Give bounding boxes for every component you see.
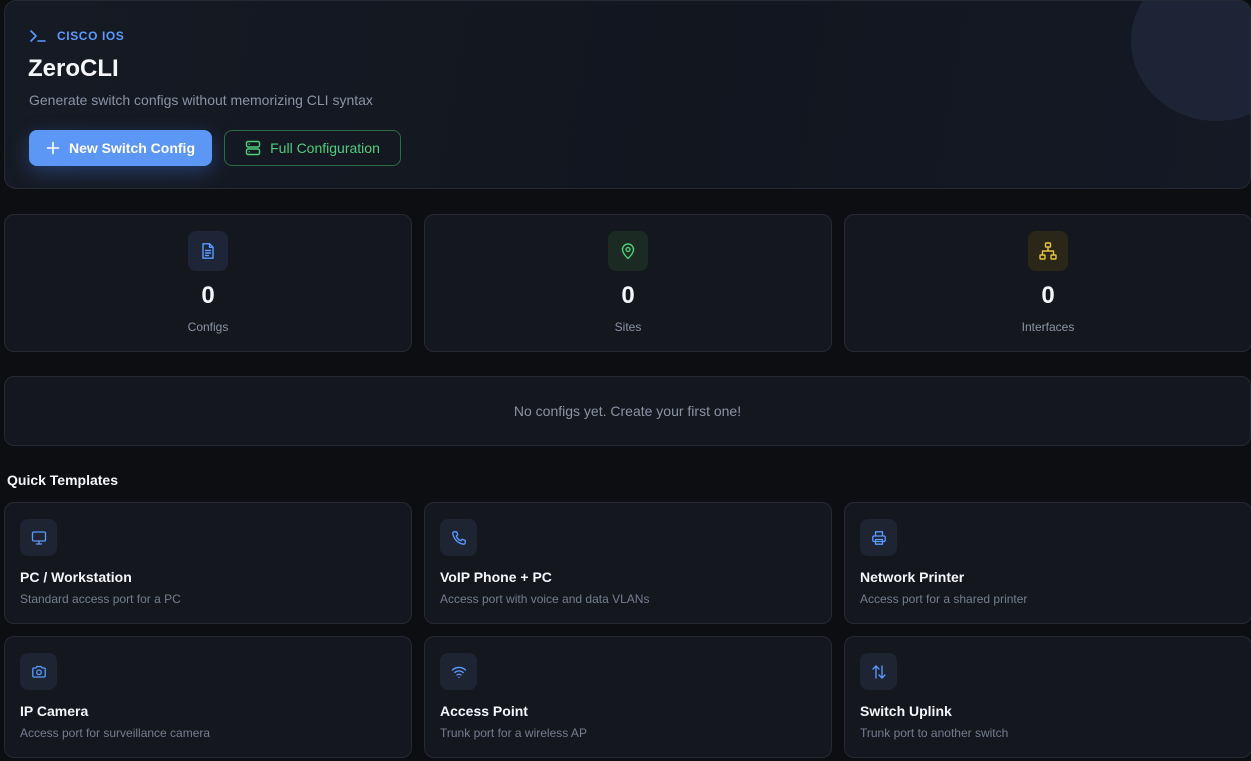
full-configuration-button[interactable]: Full Configuration	[224, 130, 401, 166]
template-card-network-printer[interactable]: Network Printer Access port for a shared…	[844, 502, 1251, 624]
hero-panel: CISCO IOS ZeroCLI Generate switch config…	[4, 0, 1251, 189]
template-card-switch-uplink[interactable]: Switch Uplink Trunk port to another swit…	[844, 636, 1251, 758]
template-description: Access port for a shared printer	[860, 592, 1028, 606]
template-title: Network Printer	[860, 569, 965, 585]
empty-state: No configs yet. Create your first one!	[4, 376, 1251, 446]
phone-icon	[451, 530, 466, 545]
stat-value: 0	[1041, 282, 1055, 309]
new-switch-config-button[interactable]: New Switch Config	[29, 130, 212, 166]
stat-value: 0	[201, 282, 215, 309]
stat-label: Interfaces	[1021, 320, 1075, 334]
terminal-icon	[30, 30, 46, 42]
stat-value: 0	[621, 282, 635, 309]
template-card-pc-workstation[interactable]: PC / Workstation Standard access port fo…	[4, 502, 412, 624]
stat-icon-wrapper	[188, 231, 228, 271]
template-title: IP Camera	[20, 703, 89, 719]
template-icon-wrapper	[860, 519, 897, 556]
stat-card-interfaces: 0 Interfaces	[844, 214, 1251, 352]
template-description: Access port with voice and data VLANs	[440, 592, 650, 606]
network-icon	[1039, 242, 1057, 260]
plus-icon	[46, 141, 60, 155]
hero-decoration	[1131, 1, 1250, 121]
template-icon-wrapper	[20, 519, 57, 556]
template-title: PC / Workstation	[20, 569, 132, 585]
full-configuration-label: Full Configuration	[270, 140, 380, 156]
template-card-access-point[interactable]: Access Point Trunk port for a wireless A…	[424, 636, 832, 758]
template-icon-wrapper	[440, 653, 477, 690]
hero-eyebrow: CISCO IOS	[29, 28, 124, 44]
printer-icon	[871, 530, 886, 545]
template-description: Standard access port for a PC	[20, 592, 181, 606]
template-icon-wrapper	[20, 653, 57, 690]
wifi-icon	[451, 666, 466, 678]
stat-card-configs: 0 Configs	[4, 214, 412, 352]
page-title: ZeroCLI	[28, 55, 119, 82]
document-icon	[202, 243, 214, 259]
stat-icon-wrapper	[1028, 231, 1068, 271]
template-title: Switch Uplink	[860, 703, 952, 719]
server-icon	[245, 140, 261, 156]
eyebrow-label: CISCO IOS	[57, 29, 125, 43]
template-card-ip-camera[interactable]: IP Camera Access port for surveillance c…	[4, 636, 412, 758]
template-title: Access Point	[440, 703, 528, 719]
map-pin-icon	[621, 243, 635, 260]
stat-card-sites: 0 Sites	[424, 214, 832, 352]
template-description: Access port for surveillance camera	[20, 726, 211, 740]
camera-icon	[31, 665, 46, 678]
stat-label: Sites	[614, 320, 642, 334]
template-icon-wrapper	[860, 653, 897, 690]
template-description: Trunk port to another switch	[860, 726, 1009, 740]
template-icon-wrapper	[440, 519, 477, 556]
template-description: Trunk port for a wireless AP	[440, 726, 587, 740]
monitor-icon	[31, 530, 46, 545]
template-title: VoIP Phone + PC	[440, 569, 552, 585]
template-card-voip-phone[interactable]: VoIP Phone + PC Access port with voice a…	[424, 502, 832, 624]
dashboard-page: CISCO IOS ZeroCLI Generate switch config…	[0, 0, 1251, 761]
stat-label: Configs	[187, 320, 229, 334]
stat-icon-wrapper	[608, 231, 648, 271]
new-switch-config-label: New Switch Config	[69, 140, 195, 156]
arrows-up-down-icon	[871, 664, 886, 679]
page-subtitle: Generate switch configs without memorizi…	[29, 92, 373, 108]
quick-templates-heading: Quick Templates	[7, 472, 119, 488]
